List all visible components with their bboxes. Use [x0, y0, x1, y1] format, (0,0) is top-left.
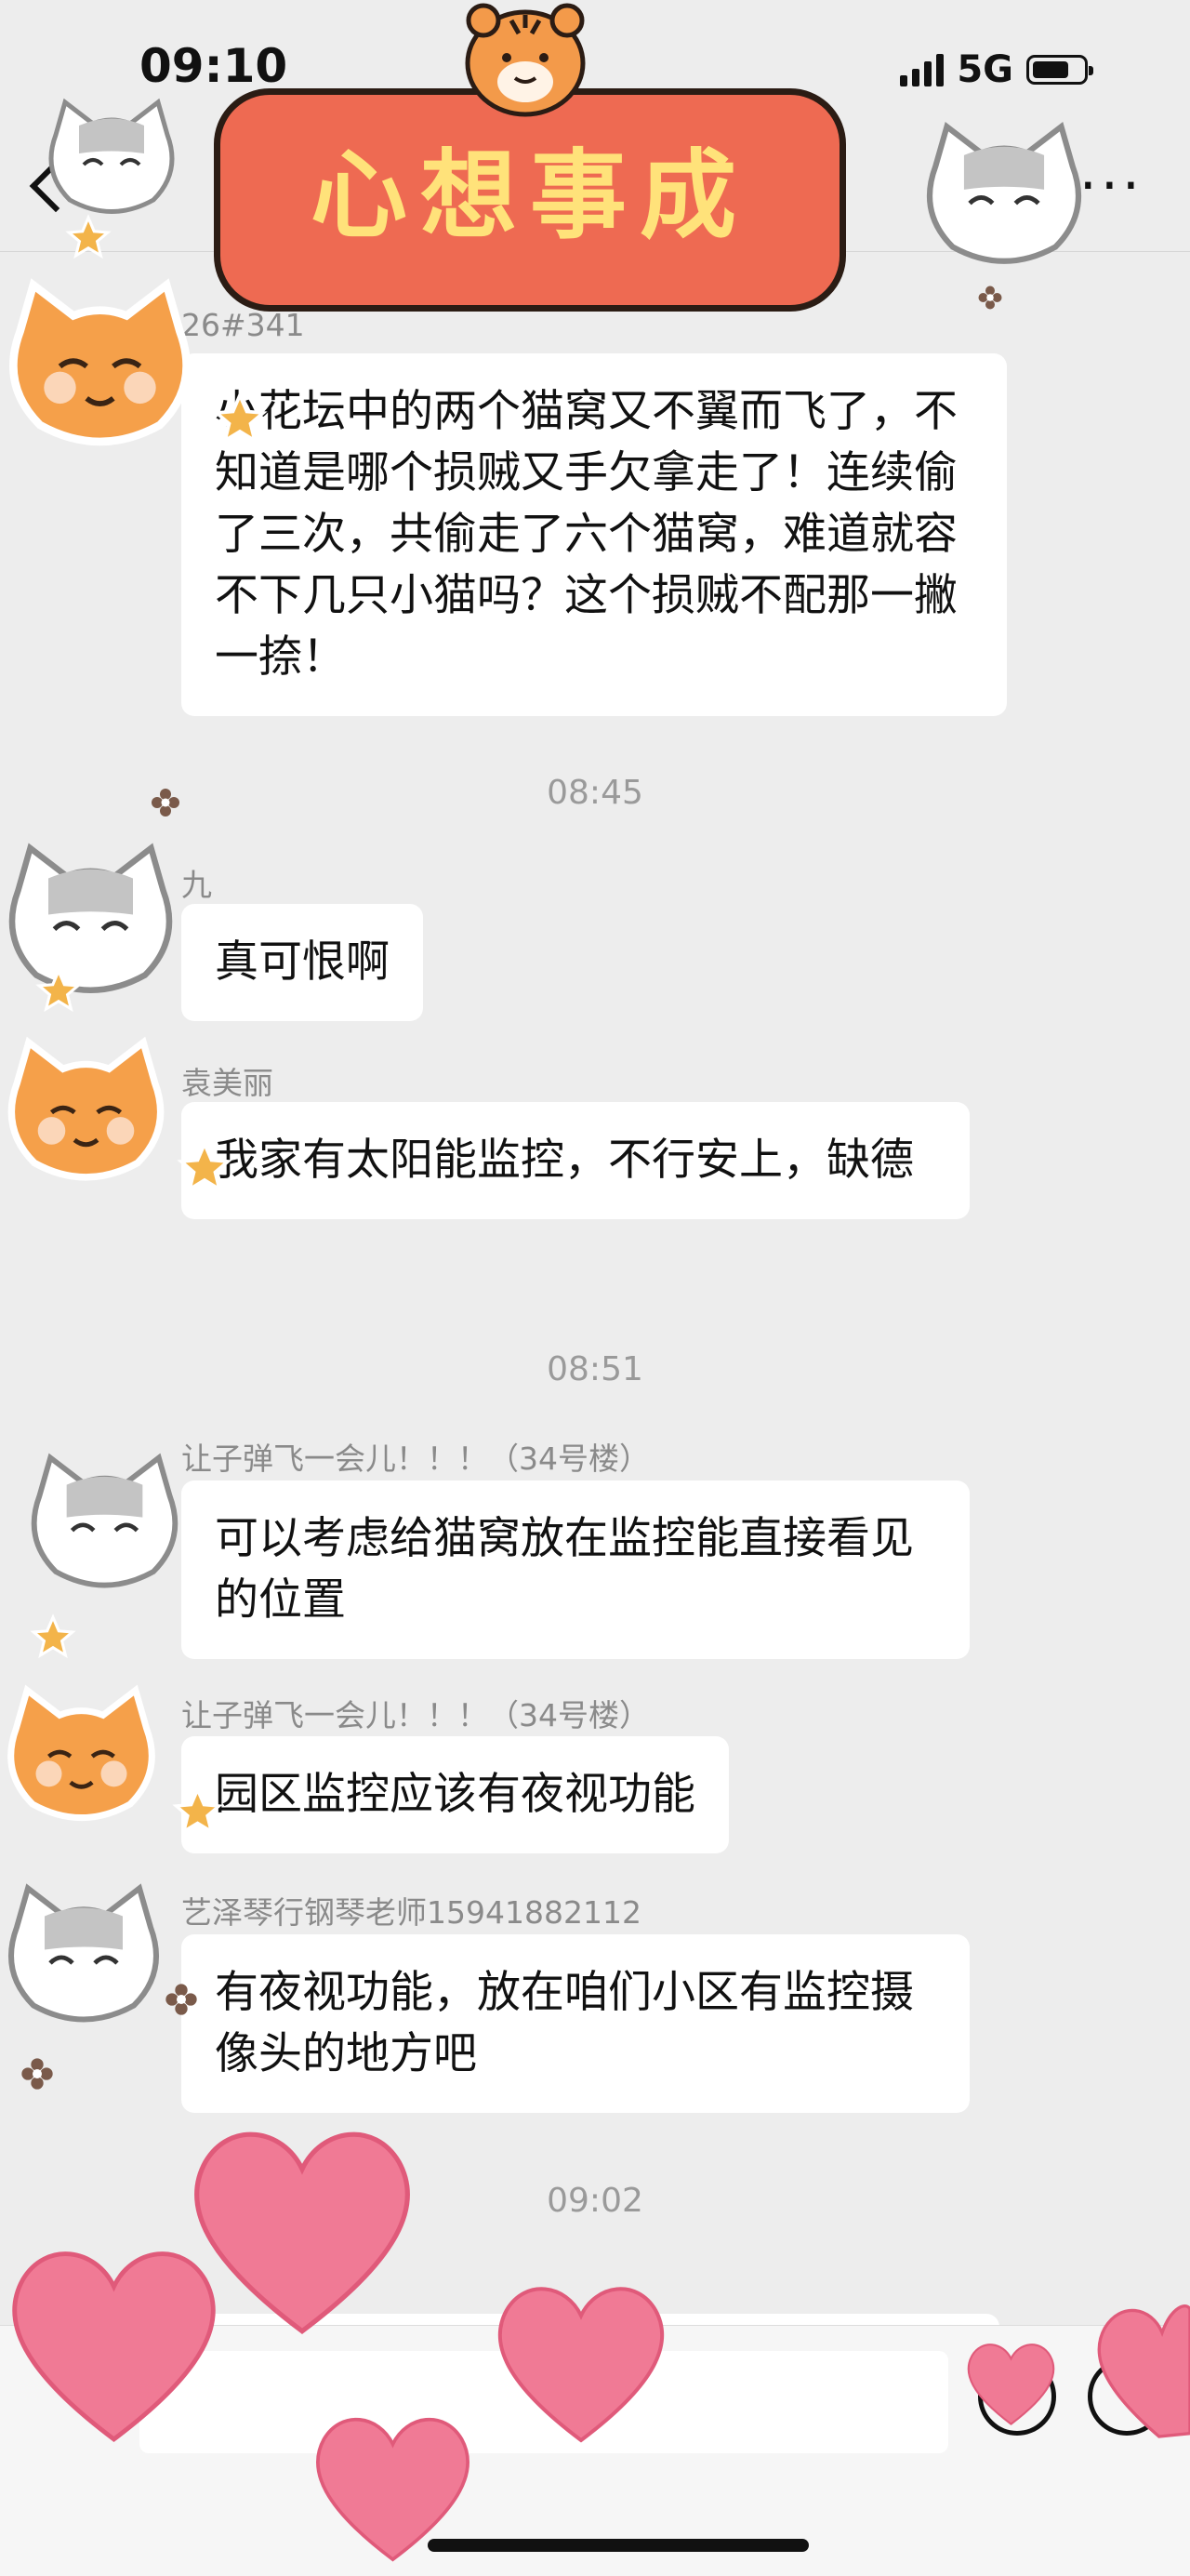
message-bubble[interactable]: 真可恨啊 [181, 904, 423, 1021]
more-options-icon[interactable]: ··· [1079, 158, 1144, 214]
timestamp: 09:02 [547, 2182, 643, 2220]
message-bubble[interactable]: 我家有太阳能监控，不行安上，缺德 [181, 1102, 970, 1219]
banner-text: 心想事成 [310, 139, 749, 252]
orange-cat-icon [7, 1684, 155, 1821]
message-bubble[interactable]: 园区监控应该有夜视功能 [181, 1736, 729, 1853]
grey-cat-icon [8, 843, 173, 993]
grey-cat-icon [31, 1453, 178, 1588]
banner-sticker: 心想事成 [214, 0, 846, 321]
flower-icon [978, 285, 1002, 310]
network-label: 5G [957, 48, 1013, 91]
flower-icon [21, 2058, 53, 2090]
message-sender[interactable]: 让子弹飞一会儿！！！（34号楼） [181, 1691, 650, 1735]
timestamp: 08:51 [547, 1350, 643, 1388]
orange-cat-icon [9, 278, 191, 446]
battery-icon [1026, 55, 1093, 85]
signal-icon [900, 53, 945, 86]
star-icon [35, 967, 82, 1013]
message-sender[interactable]: 九 [181, 860, 212, 905]
home-indicator [428, 2539, 809, 2552]
plus-icon[interactable] [1088, 2357, 1166, 2436]
emoji-icon[interactable] [978, 2357, 1056, 2436]
tiger-icon [465, 3, 586, 117]
message-sender[interactable]: 让子弹飞一会儿！！！（34号楼） [181, 1434, 650, 1479]
message-bubble[interactable]: 可以考虑给猫窝放在监控能直接看见的位置 [181, 1481, 970, 1659]
grey-cat-icon [8, 1883, 159, 2023]
status-icons: 5G [900, 48, 1093, 91]
message-bubble[interactable]: 小花坛中的两个猫窝又不翼而飞了，不知道是哪个损贼又手欠拿走了！连续偷了三次，共偷… [181, 353, 1007, 716]
timestamp: 08:45 [547, 774, 643, 812]
star-icon [30, 1613, 76, 1659]
orange-cat-icon [7, 1036, 165, 1181]
message-bubble[interactable]: 有夜视功能，放在咱们小区有监控摄像头的地方吧 [181, 1934, 970, 2113]
message-sender[interactable]: 袁美丽 [181, 1058, 273, 1103]
message-input[interactable] [139, 2351, 948, 2453]
message-sender[interactable]: 艺泽琴行钢琴老师15941882112 [181, 1888, 641, 1932]
